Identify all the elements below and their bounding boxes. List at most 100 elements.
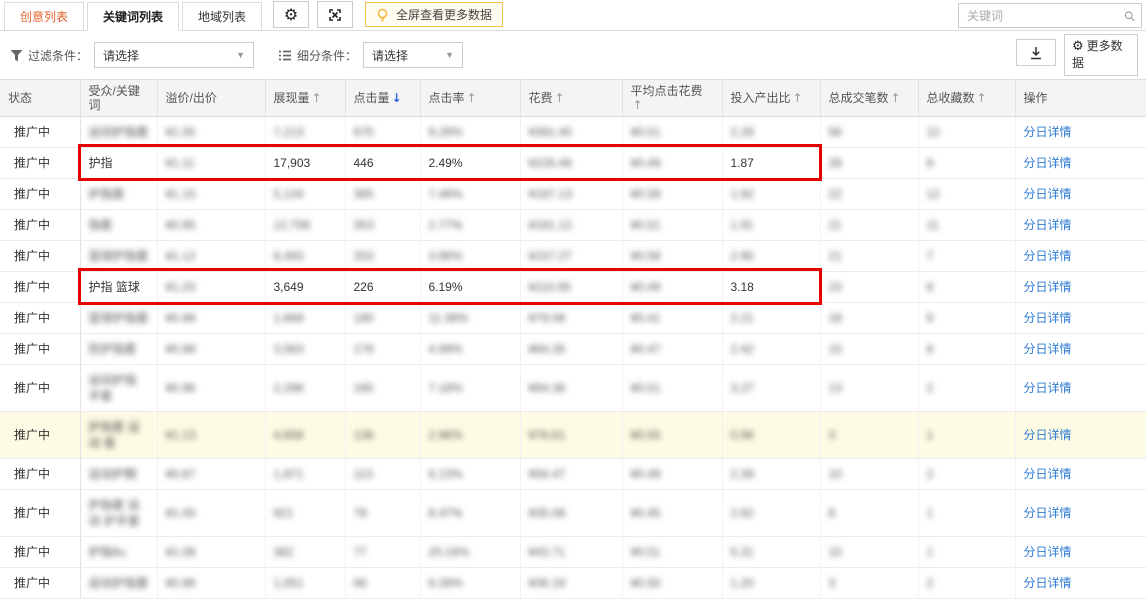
download-button[interactable] <box>1016 39 1056 66</box>
cell-value: ¥181.12 <box>529 218 572 232</box>
status-badge: 推广中 <box>14 125 50 139</box>
cell-value: 13 <box>829 381 842 395</box>
daily-detail-link[interactable]: 分日详情 <box>1024 381 1072 395</box>
tab-keyword-list[interactable]: 关键词列表 <box>87 2 179 31</box>
daily-detail-link[interactable]: 分日详情 <box>1024 156 1072 170</box>
orders-cell: 8 <box>820 490 918 537</box>
cost-cell: ¥391.45 <box>520 117 622 148</box>
table-row: 推广中护指套¥1.155,1343657.46%¥187.13¥0.581.92… <box>0 179 1146 210</box>
action-cell: 分日详情 <box>1015 365 1146 412</box>
daily-detail-link[interactable]: 分日详情 <box>1024 576 1072 590</box>
fullscreen-more-data-button[interactable]: 全屏查看更多数据 <box>365 2 503 27</box>
cell-value: ¥84.35 <box>529 342 566 356</box>
avg-click-cost-cell: ¥0.51 <box>622 365 722 412</box>
column-header[interactable]: 平均点击花费↑ <box>622 80 722 117</box>
tab-creative-list[interactable]: 创意列表 <box>4 2 84 31</box>
column-header-label: 投入产出比 <box>731 91 791 105</box>
filter-bar: 过滤条件： 请选择 ▼ 细分条件： 请选择 ▼ ⚙更多数据 <box>0 31 1146 79</box>
ctr-cell: 8.47% <box>420 490 520 537</box>
avg-click-cost-cell: ¥0.51 <box>622 210 722 241</box>
clicks-cell: 78 <box>345 490 420 537</box>
clicks-cell: 66 <box>345 568 420 599</box>
favorites-cell: 12 <box>918 179 1015 210</box>
avg-click-cost-cell: ¥0.47 <box>622 334 722 365</box>
sort-up-icon[interactable]: ↑ <box>793 91 803 105</box>
gear-icon: ⚙ <box>284 7 298 23</box>
cell-value: 4.99% <box>429 342 463 356</box>
sort-up-icon[interactable]: ↑ <box>312 91 322 105</box>
sort-up-icon[interactable]: ↑ <box>633 98 643 112</box>
orders-cell: 13 <box>820 365 918 412</box>
daily-detail-link[interactable]: 分日详情 <box>1024 125 1072 139</box>
cell-value: 3.96% <box>429 249 463 263</box>
column-header[interactable]: 总成交笔数↑ <box>820 80 918 117</box>
action-cell: 分日详情 <box>1015 412 1146 459</box>
filter-label: 过滤条件： <box>28 47 88 64</box>
column-header[interactable]: 投入产出比↑ <box>722 80 820 117</box>
cell-value: 4,658 <box>274 428 304 442</box>
fullscreen-toggle-button[interactable] <box>317 1 353 28</box>
cell-value: 6,493 <box>274 249 304 263</box>
column-header: 状态 <box>0 80 80 117</box>
status-cell: 推广中 <box>0 490 80 537</box>
cell-value: 3 <box>829 576 836 590</box>
roi-cell: 1.92 <box>722 179 820 210</box>
column-header-label: 操作 <box>1024 91 1048 105</box>
column-header[interactable]: 总收藏数↑ <box>918 80 1015 117</box>
sort-up-icon[interactable]: ↑ <box>891 91 901 105</box>
daily-detail-link[interactable]: 分日详情 <box>1024 342 1072 356</box>
clicks-cell: 253 <box>345 241 420 272</box>
cell-value: 1,871 <box>274 467 304 481</box>
column-header[interactable]: 点击率↑ <box>420 80 520 117</box>
daily-detail-link[interactable]: 分日详情 <box>1024 545 1072 559</box>
column-header[interactable]: 点击量↓ <box>345 80 420 117</box>
table-row: 推广中护指 篮球¥1.203,6492266.19%¥110.65¥0.493.… <box>0 272 1146 303</box>
cell-value: ¥0.58 <box>631 249 661 263</box>
settings-button[interactable]: ⚙ <box>273 1 309 28</box>
cell-value: 165 <box>354 381 374 395</box>
orders-cell: 10 <box>820 537 918 568</box>
column-header[interactable]: 花费↑ <box>520 80 622 117</box>
daily-detail-link[interactable]: 分日详情 <box>1024 506 1072 520</box>
status-badge: 推广中 <box>14 280 50 294</box>
avg-click-cost-cell: ¥0.41 <box>622 303 722 334</box>
search-icon[interactable] <box>1124 9 1135 23</box>
sort-up-icon[interactable]: ↑ <box>977 91 987 105</box>
sort-down-icon[interactable]: ↓ <box>392 91 402 105</box>
daily-detail-link[interactable]: 分日详情 <box>1024 218 1072 232</box>
cell-value: 921 <box>274 506 294 520</box>
cell-value: 21 <box>829 218 842 232</box>
tab-region-list[interactable]: 地域列表 <box>182 2 262 31</box>
cell-value: ¥0.98 <box>166 342 196 356</box>
cell-value: 21 <box>829 249 842 263</box>
cell-value: ¥56.47 <box>529 467 566 481</box>
segment-condition-select[interactable]: 请选择 ▼ <box>363 42 463 68</box>
table-row: 推广中护指6u¥1.083827720.16%¥43.71¥0.515.3110… <box>0 537 1146 568</box>
column-header-label: 点击率 <box>429 91 465 105</box>
daily-detail-link[interactable]: 分日详情 <box>1024 249 1072 263</box>
tab-label: 地域列表 <box>198 8 246 25</box>
keyword-cell: 运动护腕 <box>80 459 157 490</box>
table-row: 推广中指套¥0.9512,7563532.77%¥181.12¥0.511.91… <box>0 210 1146 241</box>
daily-detail-link[interactable]: 分日详情 <box>1024 311 1072 325</box>
search-input[interactable] <box>965 8 1124 24</box>
sort-up-icon[interactable]: ↑ <box>555 91 565 105</box>
more-data-button[interactable]: ⚙更多数据 <box>1064 34 1138 76</box>
cell-value: 382 <box>274 545 294 559</box>
filter-condition-select[interactable]: 请选择 ▼ <box>94 42 254 68</box>
cell-value: 253 <box>354 249 374 263</box>
daily-detail-link[interactable]: 分日详情 <box>1024 428 1072 442</box>
cell-value: 运动护指套 <box>89 125 149 139</box>
ctr-cell: 7.18% <box>420 365 520 412</box>
keyword-cell: 护指套 <box>80 179 157 210</box>
daily-detail-link[interactable]: 分日详情 <box>1024 467 1072 481</box>
favorites-cell: 1 <box>918 490 1015 537</box>
cell-value: 1 <box>927 428 934 442</box>
ctr-cell: 6.13% <box>420 459 520 490</box>
daily-detail-link[interactable]: 分日详情 <box>1024 280 1072 294</box>
daily-detail-link[interactable]: 分日详情 <box>1024 187 1072 201</box>
sort-up-icon[interactable]: ↑ <box>467 91 477 105</box>
column-header[interactable]: 展现量↑ <box>265 80 345 117</box>
status-badge: 推广中 <box>14 506 50 520</box>
action-cell: 分日详情 <box>1015 459 1146 490</box>
